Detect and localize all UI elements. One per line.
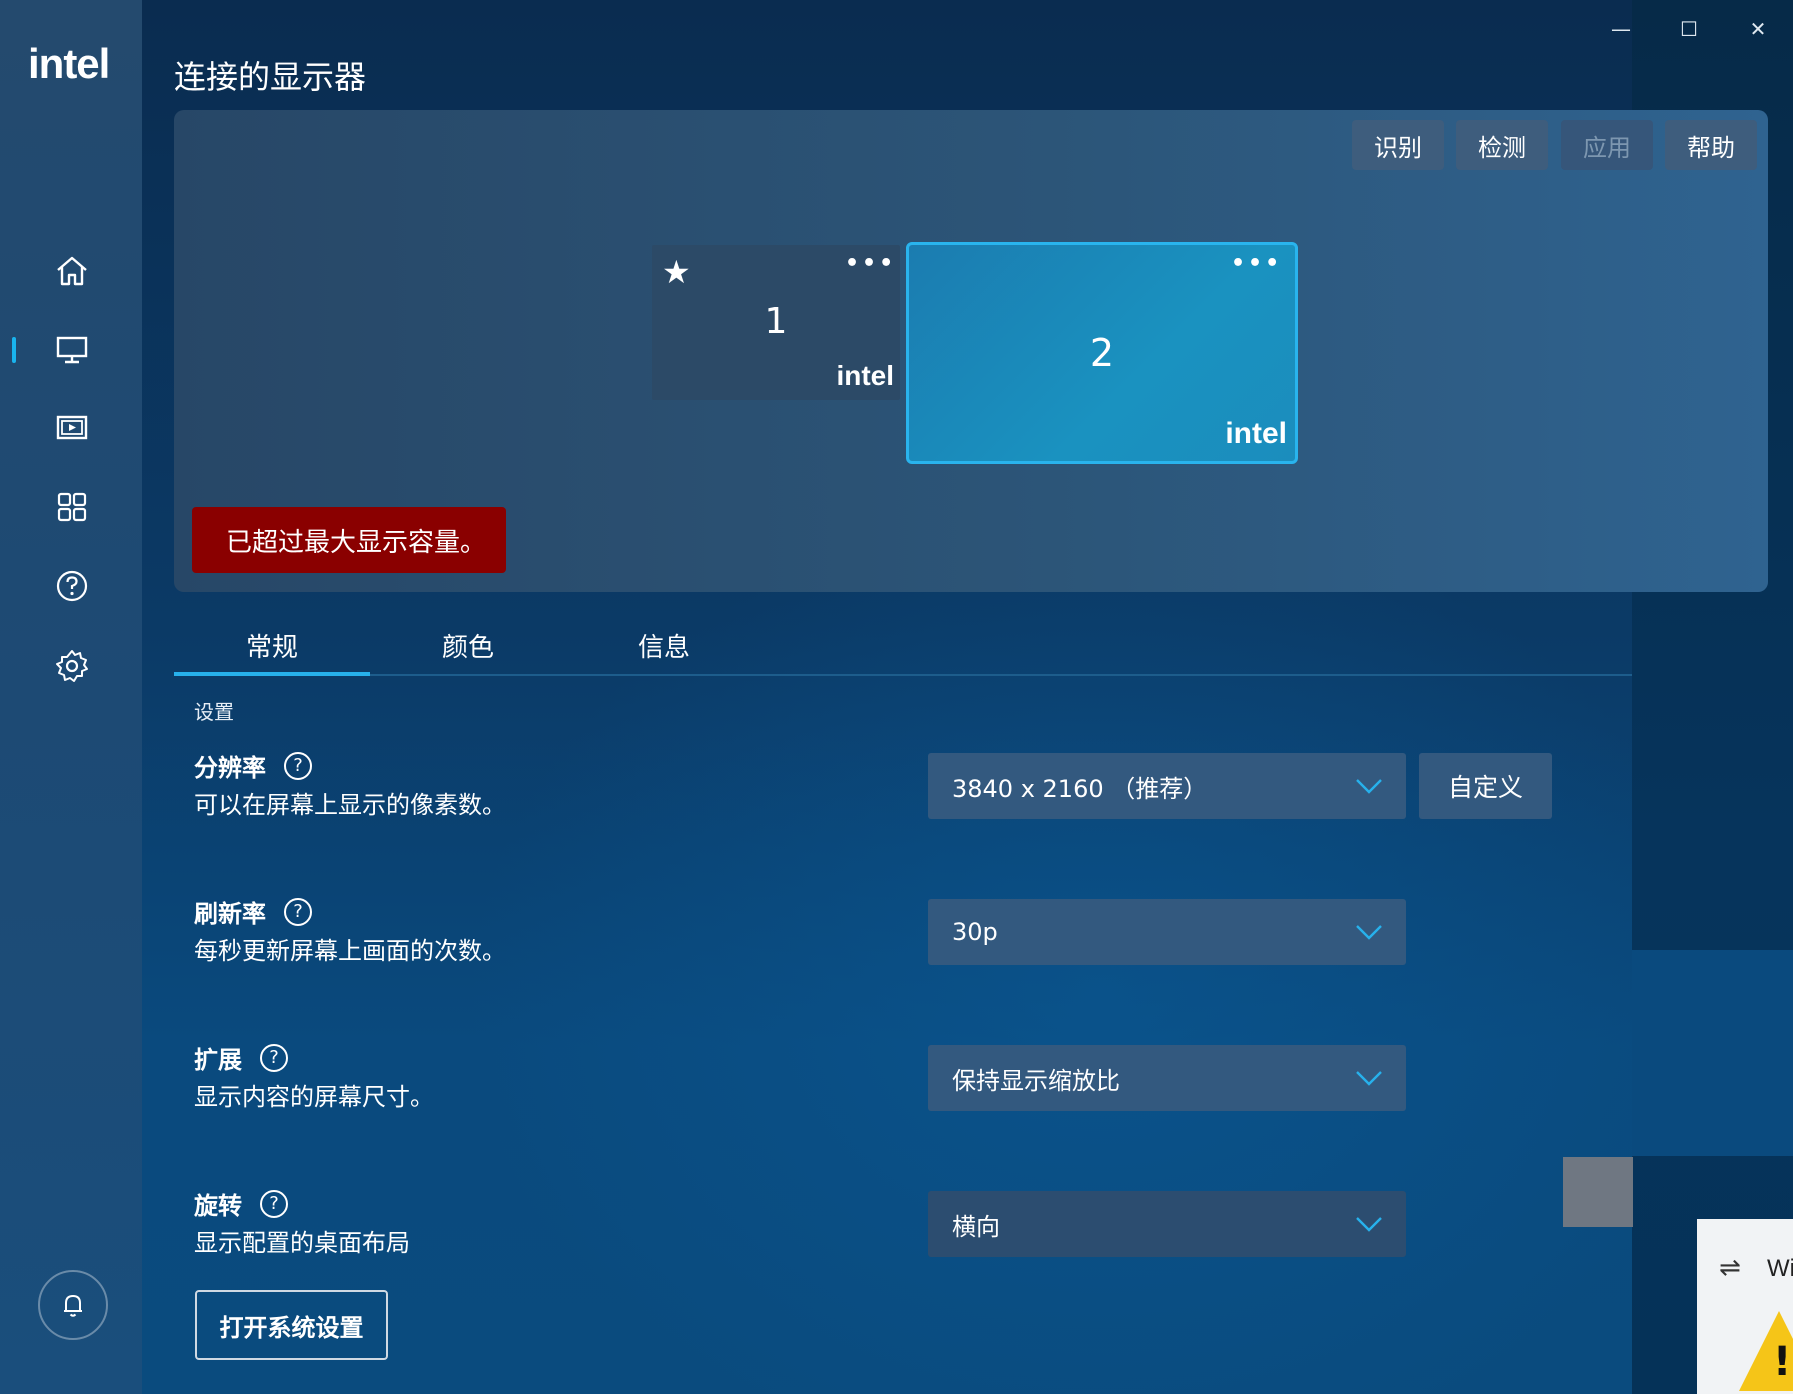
page-title: 连接的显示器	[174, 58, 367, 96]
chevron-down-icon	[1356, 925, 1382, 940]
scaling-dropdown[interactable]: 保持显示缩放比	[928, 1045, 1406, 1111]
refresh-label: 刷新率	[194, 900, 266, 928]
tab-active-indicator	[174, 672, 370, 676]
tab-general[interactable]: 常规	[174, 615, 370, 675]
monitor-brand-logo: intel	[1225, 417, 1287, 450]
resolution-label: 分辨率	[194, 754, 266, 782]
open-system-settings-button[interactable]: 打开系统设置	[195, 1290, 388, 1360]
scaling-value: 保持显示缩放比	[952, 1066, 1120, 1095]
rotation-description: 显示配置的桌面布局	[194, 1229, 410, 1257]
scaling-title: 扩展 ?	[194, 1040, 288, 1075]
primary-star-icon: ★	[662, 253, 691, 291]
rotation-value: 横向	[952, 1212, 1000, 1241]
help-icon[interactable]	[50, 564, 94, 608]
background-gray-tile	[1563, 1157, 1633, 1227]
monitor-tile-1[interactable]: ★ ••• 1 intel	[652, 245, 900, 400]
chevron-down-icon	[1356, 779, 1382, 794]
close-button[interactable]: ✕	[1738, 14, 1778, 44]
apps-grid-icon[interactable]	[50, 485, 94, 529]
tab-info[interactable]: 信息	[566, 615, 762, 675]
resolution-help-icon[interactable]: ?	[284, 751, 312, 780]
monitor-number: 2	[1089, 331, 1115, 375]
identify-button[interactable]: 识别	[1352, 120, 1444, 170]
scaling-help-icon[interactable]: ?	[260, 1043, 288, 1072]
more-options-icon[interactable]: •••	[845, 251, 896, 276]
resolution-title: 分辨率 ?	[194, 748, 312, 783]
refresh-rate-dropdown[interactable]: 30p	[928, 899, 1406, 965]
more-options-icon[interactable]: •••	[1231, 251, 1282, 276]
usb-icon: ⇌	[1719, 1253, 1741, 1283]
tab-color[interactable]: 颜色	[370, 615, 566, 675]
custom-resolution-button[interactable]: 自定义	[1419, 753, 1552, 819]
intel-logo: intel	[28, 40, 110, 87]
rotation-label: 旋转	[194, 1192, 242, 1220]
resolution-description: 可以在屏幕上显示的像素数。	[194, 791, 506, 819]
rotation-help-icon[interactable]: ?	[260, 1189, 288, 1218]
rotation-title: 旋转 ?	[194, 1186, 288, 1221]
chevron-down-icon	[1356, 1217, 1382, 1232]
error-banner: 已超过最大显示容量。	[192, 507, 506, 573]
scaling-description: 显示内容的屏幕尺寸。	[194, 1083, 434, 1111]
apply-button[interactable]: 应用	[1561, 120, 1653, 170]
help-button[interactable]: 帮助	[1665, 120, 1757, 170]
settings-gear-icon[interactable]	[50, 644, 94, 688]
display-icon[interactable]	[50, 327, 94, 371]
resolution-dropdown[interactable]: 3840 x 2160 （推荐）	[928, 753, 1406, 819]
refresh-value: 30p	[952, 918, 998, 946]
resolution-value: 3840 x 2160 （推荐）	[952, 774, 1208, 803]
monitor-tile-2[interactable]: ••• 2 intel	[906, 242, 1298, 464]
tab-divider	[174, 674, 1632, 676]
notifications-bell-icon[interactable]	[38, 1270, 108, 1340]
background-window-block	[1632, 950, 1793, 1156]
section-label: 设置	[194, 700, 234, 724]
refresh-description: 每秒更新屏幕上画面的次数。	[194, 937, 506, 965]
monitor-brand-logo: intel	[836, 360, 894, 391]
scaling-label: 扩展	[194, 1046, 242, 1074]
maximize-button[interactable]: ☐	[1669, 14, 1709, 44]
refresh-title: 刷新率 ?	[194, 894, 312, 929]
rotation-dropdown[interactable]: 横向	[928, 1191, 1406, 1257]
sidebar: intel	[0, 0, 142, 1394]
nav-active-indicator	[12, 337, 16, 363]
monitor-number: 1	[764, 301, 788, 342]
notification-text: Wi	[1767, 1255, 1793, 1282]
minimize-button[interactable]: —	[1601, 14, 1641, 44]
home-icon[interactable]	[50, 249, 94, 293]
refresh-help-icon[interactable]: ?	[284, 897, 312, 926]
warning-mark: !	[1773, 1339, 1792, 1385]
notification-popup[interactable]: ⇌ Wi !	[1697, 1219, 1793, 1394]
chevron-down-icon	[1356, 1071, 1382, 1086]
video-icon[interactable]	[50, 406, 94, 450]
detect-button[interactable]: 检测	[1456, 120, 1548, 170]
